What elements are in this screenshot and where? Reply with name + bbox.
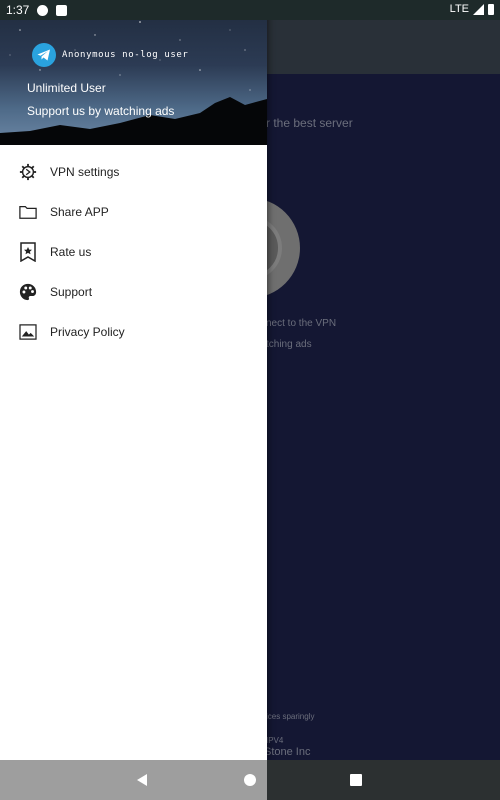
menu-item-share-app[interactable]: Share APP xyxy=(0,192,267,232)
menu-item-rate-us[interactable]: Rate us xyxy=(0,232,267,272)
status-bar: 1:37 LTE xyxy=(0,0,500,20)
best-server-text: r the best server xyxy=(266,116,353,130)
menu-item-support[interactable]: Support xyxy=(0,272,267,312)
home-button[interactable] xyxy=(230,760,270,800)
navigation-drawer: Anonymous no-log user Unlimited User Sup… xyxy=(0,0,267,760)
connect-hint-text: nect to the VPN xyxy=(266,318,337,329)
menu-item-label: Rate us xyxy=(50,245,92,259)
company-text: Stone Inc xyxy=(264,746,311,758)
menu-item-label: Support xyxy=(50,285,93,299)
sd-card-icon xyxy=(56,4,68,16)
support-ads-link[interactable]: Support us by watching ads xyxy=(27,104,174,118)
telegram-icon[interactable] xyxy=(32,43,56,67)
watching-ads-text: tching ads xyxy=(266,339,312,350)
recents-square-icon xyxy=(350,774,362,786)
sparingly-text: ices sparingly xyxy=(266,712,315,721)
drawer-menu: VPN settings Share APP Rate us Support P… xyxy=(0,152,267,352)
bookmark-star-icon xyxy=(18,242,38,262)
ipv4-text: IPV4 xyxy=(266,736,284,745)
drawer-header-title: Anonymous no-log user xyxy=(62,50,189,60)
status-time: 1:37 xyxy=(6,3,30,17)
network-type: LTE xyxy=(449,3,469,15)
menu-item-privacy-policy[interactable]: Privacy Policy xyxy=(0,312,267,352)
gear-icon xyxy=(18,162,38,182)
palette-icon xyxy=(18,282,38,302)
menu-item-label: VPN settings xyxy=(50,165,120,179)
back-triangle-icon xyxy=(137,774,147,786)
user-type-label: Unlimited User xyxy=(27,81,106,95)
back-button[interactable] xyxy=(122,760,162,800)
recents-button[interactable] xyxy=(336,760,376,800)
menu-item-vpn-settings[interactable]: VPN settings xyxy=(0,152,267,192)
image-icon xyxy=(18,322,38,342)
signal-icon xyxy=(473,3,484,15)
folder-icon xyxy=(18,202,38,222)
drawer-header: Anonymous no-log user Unlimited User Sup… xyxy=(0,0,267,145)
battery-icon xyxy=(488,3,494,15)
menu-item-label: Share APP xyxy=(50,205,109,219)
home-circle-icon xyxy=(244,774,256,786)
notification-icon xyxy=(37,4,49,16)
menu-item-label: Privacy Policy xyxy=(50,325,125,339)
system-nav-bar xyxy=(0,760,500,800)
